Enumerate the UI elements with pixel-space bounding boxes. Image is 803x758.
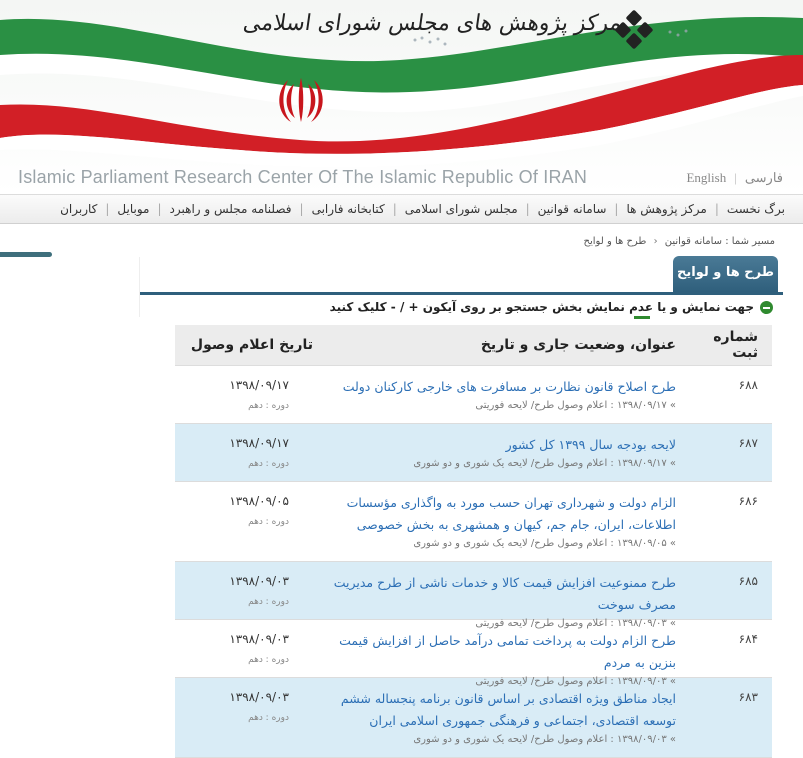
breadcrumb-prefix: مسیر شما : (725, 236, 775, 247)
site-header: مرکز پژوهش های مجلس شورای اسلامی Islamic… (0, 0, 803, 194)
breadcrumb: مسیر شما : سامانه قوانین ‹ طرح ها و لوای… (584, 236, 775, 247)
row-number: ۶۸۶ (738, 494, 758, 508)
language-switcher: English | فارسی (686, 170, 783, 186)
highlight-mark (634, 316, 650, 319)
row-title-link[interactable]: طرح اصلاح قانون نظارت بر مسافرت های خارج… (313, 376, 676, 398)
breadcrumb-chevron-icon: ‹ (653, 236, 658, 247)
site-title: Islamic Parliament Research Center Of Th… (18, 167, 588, 187)
table-row: ۶۸۶ الزام دولت و شهرداری تهران حسب مورد … (175, 482, 772, 562)
table-row: ۶۸۳ ایجاد مناطق ویژه اقتصادی بر اساس قان… (175, 678, 772, 758)
row-date: ۱۳۹۸/۰۹/۰۳ (229, 632, 289, 646)
row-number: ۶۸۵ (738, 574, 758, 588)
logo-text: مرکز پژوهش های مجلس شورای اسلامی (241, 11, 624, 36)
header-number: شماره ثبت (713, 329, 758, 361)
logo-wordmark: مرکز پژوهش های مجلس شورای اسلامی (242, 11, 624, 60)
row-status: » ۱۳۹۸/۰۹/۱۷ : اعلام وصول طرح/ لایحه یک … (413, 458, 676, 469)
search-toggle-row: جهت نمایش و یا عدم نمایش بخش جستجو بر رو… (330, 300, 773, 314)
nav-item-research-center[interactable]: مرکز پژوهش ها (626, 202, 706, 216)
nav-item-parliament[interactable]: مجلس شورای اسلامی (405, 202, 518, 216)
nav-item-users[interactable]: کاربران (60, 202, 97, 216)
row-status: » ۱۳۹۸/۰۹/۰۳ : اعلام وصول طرح/ لایحه یک … (413, 734, 676, 745)
table-row: ۶۸۸ طرح اصلاح قانون نظارت بر مسافرت های … (175, 366, 772, 424)
row-term: دوره : دهم (248, 401, 289, 411)
bills-table: شماره ثبت عنوان، وضعیت جاری و تاریخ تاری… (175, 325, 772, 758)
row-title-link[interactable]: طرح ممنوعیت افزایش قیمت کالا و خدمات ناش… (313, 572, 676, 616)
row-date: ۱۳۹۸/۰۹/۰۳ (229, 690, 289, 704)
row-date: ۱۳۹۸/۰۹/۱۷ (229, 436, 289, 450)
page-title-underline (140, 292, 783, 295)
row-title-link[interactable]: طرح الزام دولت به پرداخت تمامی درآمد حاص… (313, 630, 676, 674)
left-panel-edge (139, 257, 140, 317)
table-row: ۶۸۵ طرح ممنوعیت افزایش قیمت کالا و خدمات… (175, 562, 772, 629)
row-title-link[interactable]: ایجاد مناطق ویژه اقتصادی بر اساس قانون ب… (313, 688, 676, 732)
search-toggle-hint: جهت نمایش و یا عدم نمایش بخش جستجو بر رو… (329, 300, 754, 314)
nav-item-mobile[interactable]: موبایل (117, 202, 149, 216)
row-number: ۶۸۸ (738, 378, 758, 392)
row-title-link[interactable]: لایحه بودجه سال ۱۳۹۹ کل کشور (313, 434, 676, 456)
table-row: ۶۸۴ طرح الزام دولت به پرداخت تمامی درآمد… (175, 620, 772, 687)
row-term: دوره : دهم (248, 517, 289, 527)
nav-item-quarterly[interactable]: فصلنامه مجلس و راهبرد (170, 202, 292, 216)
main-nav: برگ نخست | مرکز پژوهش ها | سامانه قوانین | … (0, 194, 803, 224)
row-term: دوره : دهم (248, 597, 289, 607)
row-date: ۱۳۹۸/۰۹/۰۳ (229, 574, 289, 588)
row-number: ۶۸۷ (738, 436, 758, 450)
page-title: طرح ها و لوایح (673, 256, 778, 292)
collapse-minus-icon[interactable] (760, 300, 773, 314)
breadcrumb-laws-link[interactable]: سامانه قوانین (665, 236, 722, 247)
header-title: عنوان، وضعیت جاری و تاریخ (480, 337, 676, 353)
row-number: ۶۸۴ (738, 632, 758, 646)
row-term: دوره : دهم (248, 713, 289, 723)
lang-divider: | (734, 170, 737, 185)
row-status: » ۱۳۹۸/۰۹/۰۵ : اعلام وصول طرح/ لایحه یک … (413, 538, 676, 549)
row-number: ۶۸۳ (738, 690, 758, 704)
left-panel-strip (0, 252, 52, 257)
row-term: دوره : دهم (248, 459, 289, 469)
lang-english-link[interactable]: English (686, 170, 726, 185)
row-date: ۱۳۹۸/۰۹/۰۵ (229, 494, 289, 508)
nav-item-home[interactable]: برگ نخست (727, 202, 785, 216)
row-status: » ۱۳۹۸/۰۹/۱۷ : اعلام وصول طرح/ لایحه فور… (475, 400, 676, 411)
table-row: ۶۸۷ لایحه بودجه سال ۱۳۹۹ کل کشور » ۱۳۹۸/… (175, 424, 772, 482)
row-term: دوره : دهم (248, 655, 289, 665)
nav-item-farabi-library[interactable]: کتابخانه فارابی (312, 202, 385, 216)
header-date: تاریخ اعلام وصول (190, 337, 313, 353)
nav-item-laws-system[interactable]: سامانه قوانین (538, 202, 607, 216)
lang-farsi-link[interactable]: فارسی (745, 170, 783, 185)
row-title-link[interactable]: الزام دولت و شهرداری تهران حسب مورد به و… (313, 492, 676, 536)
breadcrumb-current: طرح ها و لوایح (583, 236, 647, 247)
table-header: شماره ثبت عنوان، وضعیت جاری و تاریخ تاری… (175, 325, 772, 366)
row-date: ۱۳۹۸/۰۹/۱۷ (229, 378, 289, 392)
